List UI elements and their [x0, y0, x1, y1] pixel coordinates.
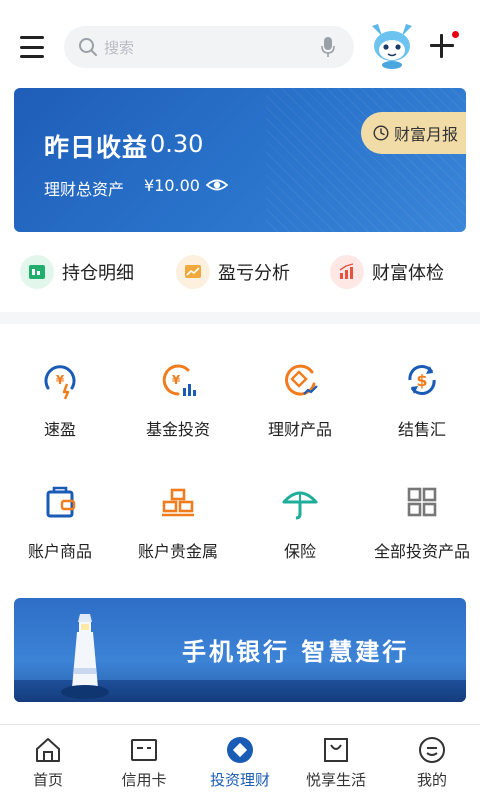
gold-bars-icon	[162, 488, 194, 517]
bar-chart-icon	[330, 255, 364, 289]
tab-credit-card[interactable]: 信用卡	[96, 725, 192, 800]
home-icon	[36, 738, 60, 762]
svg-text:¥: ¥	[56, 373, 65, 387]
tab-profile-label: 我的	[416, 771, 447, 789]
wealth-report-label: 财富月报	[394, 125, 459, 144]
tab-credit-card-label: 信用卡	[121, 771, 167, 789]
grid-item-exchange[interactable]: $ 结售汇	[362, 360, 480, 450]
search-input[interactable]: 搜索	[64, 26, 354, 68]
total-assets-value: ¥10.00	[144, 176, 200, 195]
tab-invest[interactable]: 投资理财	[192, 725, 288, 800]
fund-label: 基金投资	[145, 420, 210, 439]
exchange-label: 结售汇	[397, 420, 446, 439]
search-placeholder: 搜索	[104, 39, 135, 57]
bottom-navigation: 首页 信用卡 投资理财 悦享生活 我的	[0, 724, 480, 800]
card-pattern	[266, 88, 466, 232]
credit-card-icon	[131, 739, 157, 761]
tab-invest-label: 投资理财	[209, 771, 270, 789]
yesterday-yield-value: 0.30	[150, 130, 204, 158]
wealth-report-button[interactable]: 财富月报	[361, 112, 466, 154]
tab-lifestyle[interactable]: 悦享生活	[288, 725, 384, 800]
all-products-label: 全部投资产品	[373, 542, 470, 561]
wealth-product-icon	[285, 364, 318, 396]
grid-item-insurance[interactable]: 保险	[240, 482, 360, 572]
wealth-product-label: 理财产品	[267, 420, 332, 439]
invest-icon	[227, 737, 253, 763]
grid-item-fund[interactable]: ¥ 基金投资	[118, 360, 238, 450]
microphone-icon[interactable]	[320, 36, 336, 58]
yesterday-yield-label: 昨日收益	[44, 133, 149, 162]
mascot-avatar-icon[interactable]	[366, 20, 418, 70]
svg-text:¥: ¥	[172, 373, 181, 387]
umbrella-icon	[282, 491, 318, 520]
profit-analysis-label: 盈亏分析	[218, 263, 290, 284]
eye-icon[interactable]	[206, 174, 228, 196]
tab-home[interactable]: 首页	[0, 725, 96, 800]
bag-icon	[46, 486, 76, 518]
precious-metals-label: 账户贵金属	[137, 542, 218, 561]
profit-analysis-link[interactable]: 盈亏分析	[176, 252, 290, 292]
holdings-detail-label: 持仓明细	[62, 263, 134, 284]
clock-icon	[373, 125, 389, 141]
tab-profile[interactable]: 我的	[384, 725, 480, 800]
wealth-checkup-label: 财富体检	[372, 263, 444, 284]
total-assets-label: 理财总资产	[44, 180, 125, 199]
fund-icon: ¥	[162, 364, 196, 396]
section-divider	[0, 312, 480, 324]
lighthouse-icon	[61, 614, 109, 699]
lifestyle-icon	[324, 738, 348, 762]
profile-icon	[419, 737, 445, 763]
holdings-detail-link[interactable]: 持仓明细	[20, 252, 134, 292]
plus-icon[interactable]	[430, 34, 454, 58]
grid-item-account-goods[interactable]: 账户商品	[0, 482, 120, 572]
quick-profit-label: 速盈	[43, 420, 76, 439]
tab-lifestyle-label: 悦享生活	[305, 771, 366, 789]
grid-item-precious-metals[interactable]: 账户贵金属	[118, 482, 238, 572]
asset-card[interactable]: 昨日收益 0.30 理财总资产 ¥10.00 财富月报	[14, 88, 466, 232]
grid-item-quick-profit[interactable]: ¥ 速盈	[0, 360, 120, 450]
menu-icon[interactable]	[20, 36, 44, 58]
quick-links: 持仓明细 盈亏分析 财富体检	[0, 252, 480, 292]
chart-icon	[176, 255, 210, 289]
exchange-icon: $	[408, 365, 436, 395]
wealth-checkup-link[interactable]: 财富体检	[330, 252, 444, 292]
account-goods-label: 账户商品	[27, 542, 92, 561]
tab-home-label: 首页	[32, 771, 63, 789]
grid-item-wealth-product[interactable]: 理财产品	[240, 360, 360, 450]
grid-icon	[407, 487, 437, 517]
promo-banner[interactable]: 手机银行 智慧建行	[14, 598, 466, 702]
search-icon	[79, 38, 97, 56]
grid-item-all-products[interactable]: 全部投资产品	[362, 482, 480, 572]
notification-dot	[452, 31, 459, 38]
svg-text:$: $	[416, 371, 427, 390]
banner-slogan: 手机银行 智慧建行	[182, 638, 410, 666]
quick-profit-icon: ¥	[44, 365, 76, 400]
insurance-label: 保险	[283, 542, 316, 561]
holdings-icon	[20, 255, 54, 289]
top-header: 搜索	[0, 0, 480, 88]
